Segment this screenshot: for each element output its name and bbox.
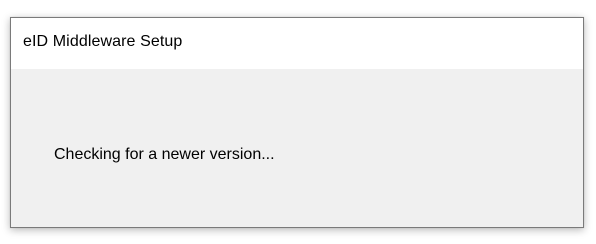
dialog-content: Checking for a newer version... bbox=[11, 69, 583, 227]
setup-dialog-window: eID Middleware Setup Checking for a newe… bbox=[10, 17, 584, 228]
status-message: Checking for a newer version... bbox=[54, 146, 275, 163]
title-bar[interactable]: eID Middleware Setup bbox=[11, 18, 583, 69]
window-title: eID Middleware Setup bbox=[23, 32, 183, 50]
